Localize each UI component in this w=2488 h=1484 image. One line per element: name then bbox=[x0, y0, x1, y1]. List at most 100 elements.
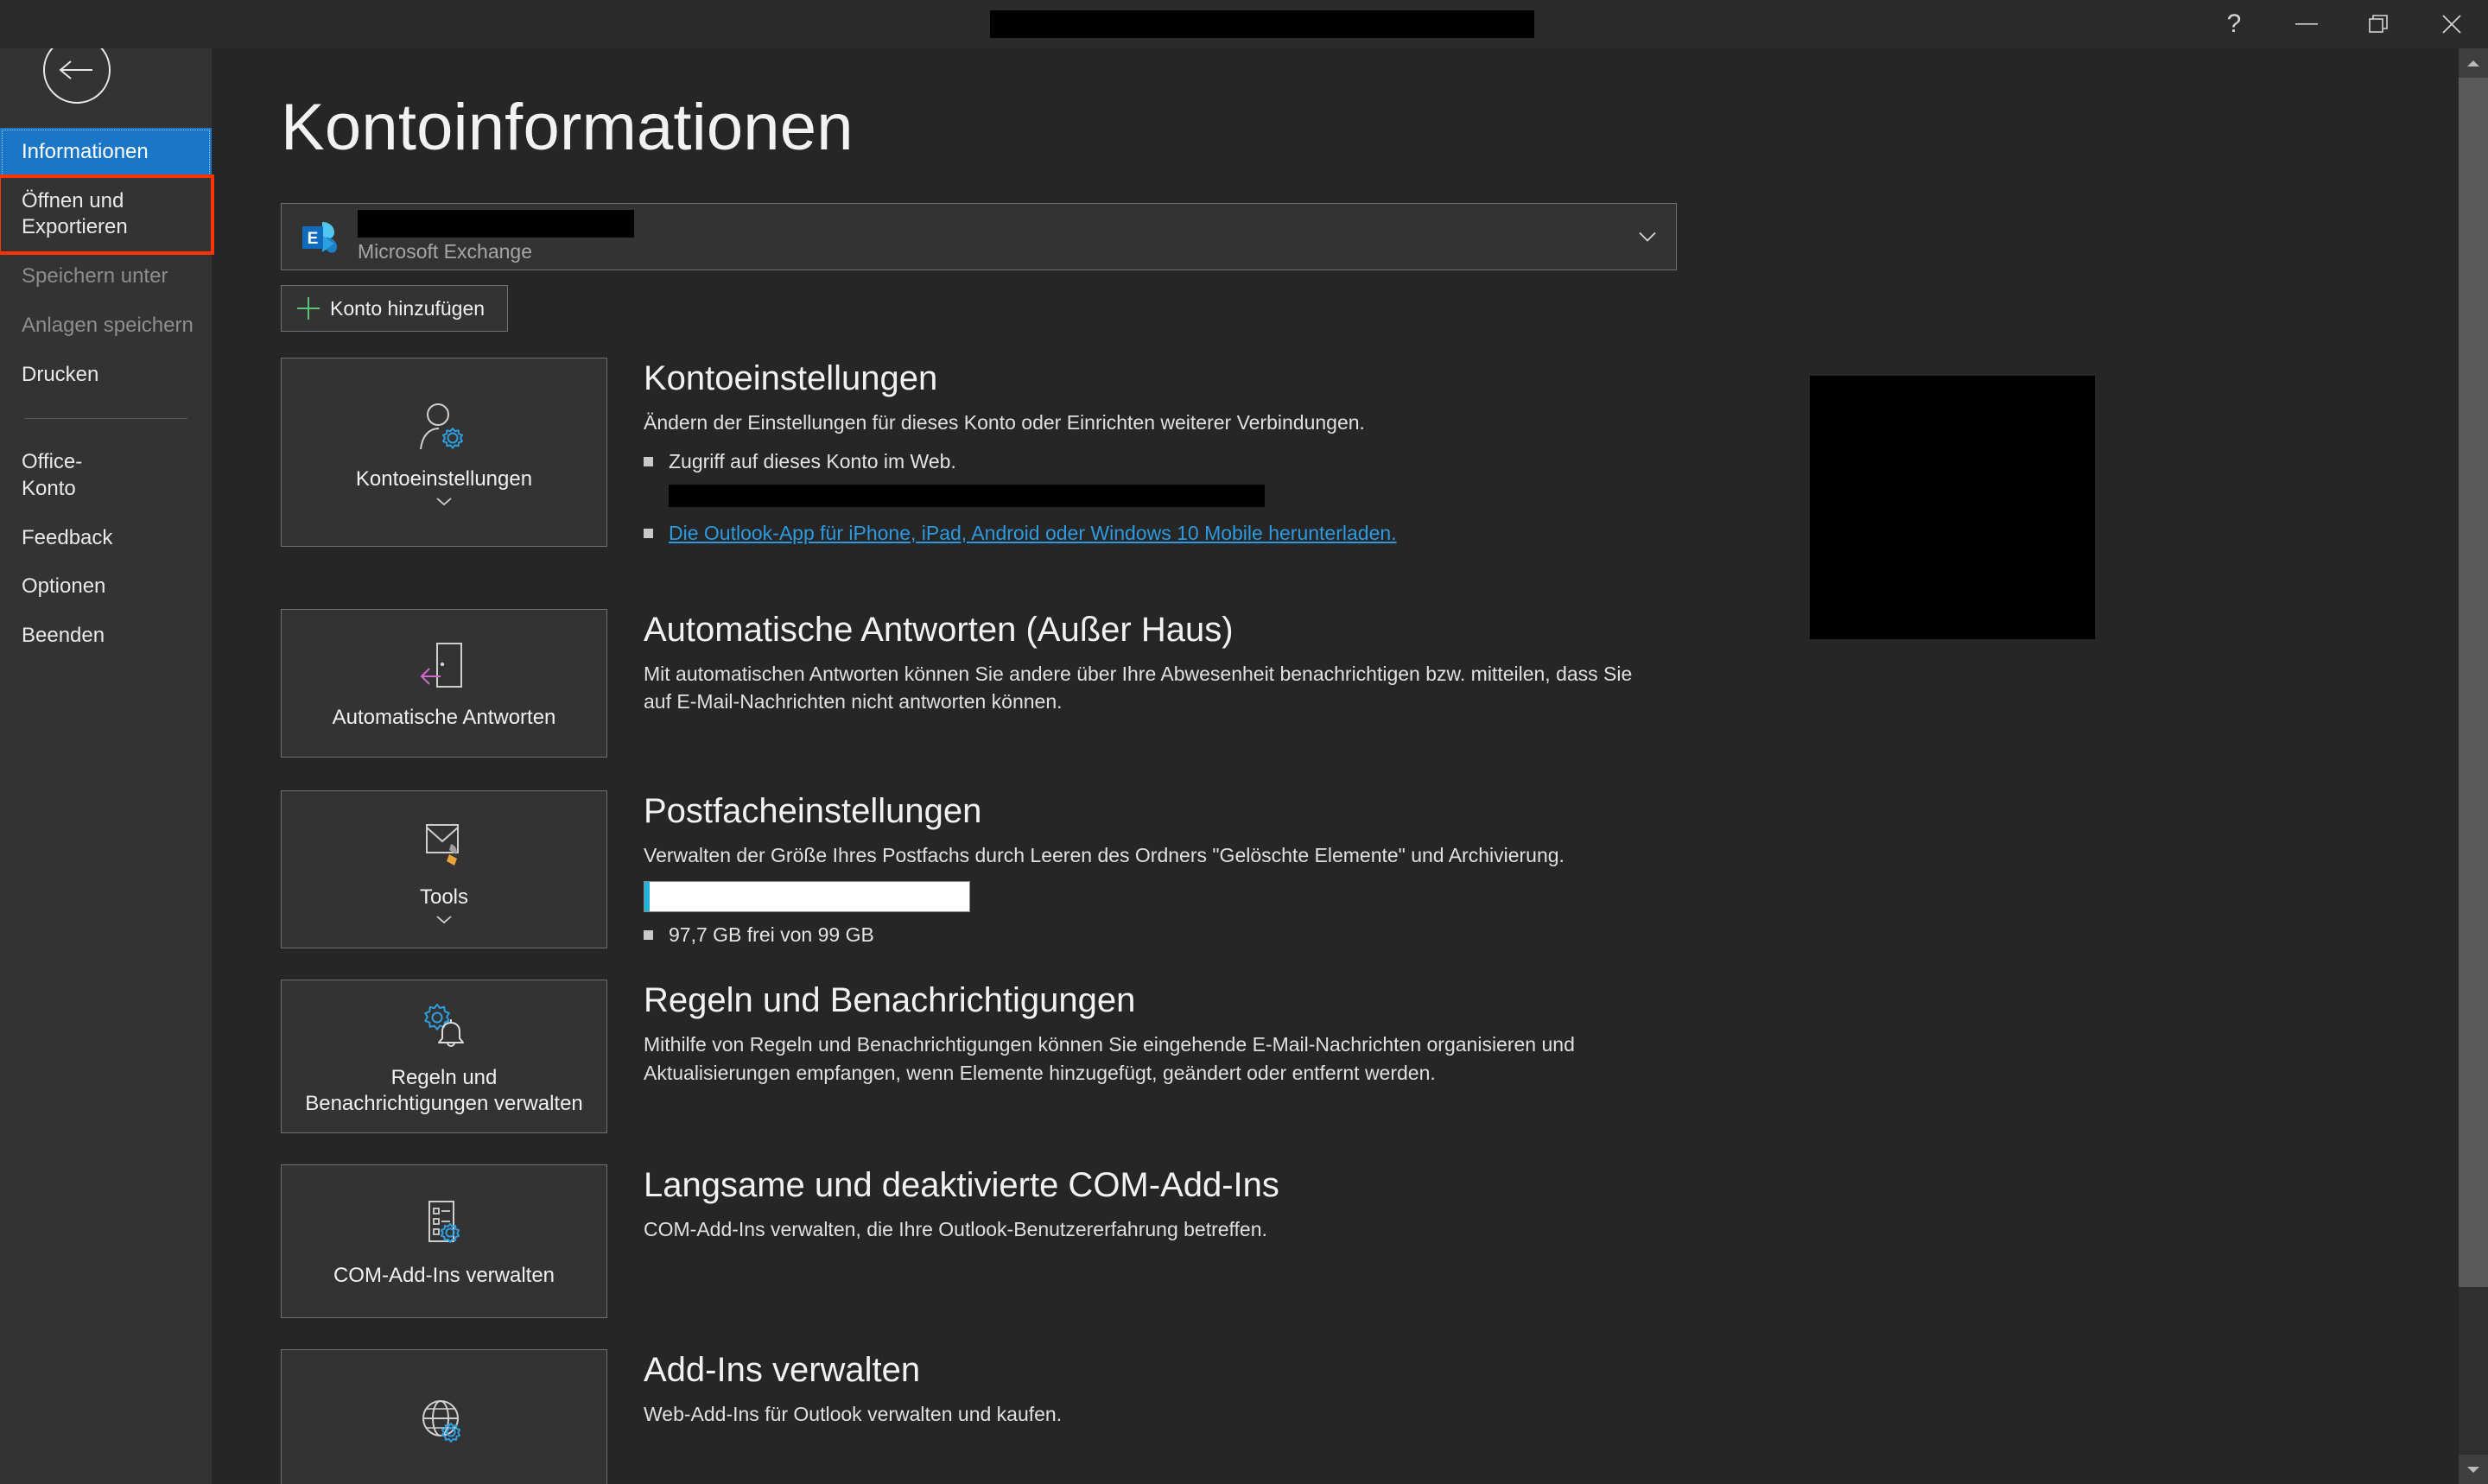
bullet-list: 97,7 GB frei von 99 GB bbox=[644, 921, 2440, 948]
section-rules-alerts: Regeln und Benachrichtigungen verwalten … bbox=[281, 980, 2440, 1134]
plus-icon bbox=[297, 297, 320, 320]
redacted-text-bar bbox=[669, 484, 1265, 507]
bullet-square-icon bbox=[644, 457, 653, 467]
storage-free-label: 97,7 GB frei von 99 GB bbox=[669, 923, 874, 947]
restore-icon bbox=[2369, 15, 2388, 33]
person-gear-icon bbox=[416, 397, 473, 460]
bullet-list: Zugriff auf dieses Konto im Web. Die Out… bbox=[644, 447, 2440, 546]
close-button[interactable] bbox=[2415, 0, 2488, 48]
account-selector[interactable]: E Microsoft Exchange bbox=[281, 203, 1677, 270]
bullet-item: Zugriff auf dieses Konto im Web. bbox=[644, 447, 2440, 475]
close-icon bbox=[2442, 15, 2461, 34]
tile-label-automatische-antworten: Automatische Antworten bbox=[332, 705, 556, 729]
globe-gear-icon bbox=[416, 1392, 472, 1454]
outlook-backstage-window: ? Informationen Öffnen und Exportieren S… bbox=[0, 0, 2488, 1484]
tile-manage-addins[interactable] bbox=[281, 1349, 607, 1484]
section-body-automatic-replies: Automatische Antworten (Außer Haus) Mit … bbox=[644, 609, 2440, 758]
door-exit-icon bbox=[417, 636, 471, 698]
tile-regeln-benachrichtigungen[interactable]: Regeln und Benachrichtigungen verwalten bbox=[281, 980, 607, 1134]
sidebar-item-anlagen-speichern[interactable]: Anlagen speichern bbox=[0, 301, 212, 351]
section-manage-addins: Add-Ins verwalten Web-Add-Ins für Outloo… bbox=[281, 1349, 2440, 1484]
scrollbar-thumb[interactable] bbox=[2459, 78, 2488, 1287]
section-body-com-addins: Langsame und deaktivierte COM-Add-Ins CO… bbox=[644, 1164, 2440, 1318]
svg-text:E: E bbox=[308, 230, 319, 248]
section-description: Web-Add-Ins für Outlook verwalten und ka… bbox=[644, 1403, 1063, 1426]
section-automatic-replies: Automatische Antworten Automatische Antw… bbox=[281, 608, 2440, 758]
section-description: Mit automatischen Antworten können Sie a… bbox=[644, 662, 1633, 713]
section-description: Verwalten der Größe Ihres Postfachs durc… bbox=[644, 843, 1565, 866]
bullet-text: Zugriff auf dieses Konto im Web. bbox=[669, 450, 956, 473]
gear-bell-icon bbox=[416, 996, 472, 1058]
section-title: Add-Ins verwalten bbox=[644, 1351, 921, 1390]
outlook-app-download-link[interactable]: Die Outlook-App für iPhone, iPad, Androi… bbox=[669, 519, 1397, 547]
account-type-label: Microsoft Exchange bbox=[358, 240, 532, 263]
minimize-icon bbox=[2295, 23, 2318, 25]
bullet-item-link: Die Outlook-App für iPhone, iPad, Androi… bbox=[644, 519, 2440, 547]
add-account-button[interactable]: Konto hinzufügen bbox=[281, 285, 508, 332]
section-title: Kontoeinstellungen bbox=[644, 359, 938, 397]
scroll-up-button[interactable] bbox=[2459, 48, 2488, 78]
mailbox-storage-fill bbox=[644, 882, 650, 912]
tile-tools[interactable]: Tools bbox=[281, 790, 607, 949]
account-texts: Microsoft Exchange bbox=[358, 210, 634, 263]
section-title: Regeln und Benachrichtigungen bbox=[644, 981, 1136, 1020]
scrollbar-track[interactable] bbox=[2459, 78, 2488, 1455]
list-gear-icon bbox=[417, 1194, 471, 1256]
sidebar-item-drucken[interactable]: Drucken bbox=[0, 351, 212, 400]
scroll-down-button[interactable] bbox=[2459, 1455, 2488, 1484]
page-title: Kontoinformationen bbox=[281, 91, 854, 164]
caret-down-icon bbox=[2467, 1466, 2479, 1473]
tile-automatische-antworten[interactable]: Automatische Antworten bbox=[281, 608, 607, 758]
chevron-down-icon[interactable] bbox=[435, 915, 453, 924]
rail-divider bbox=[24, 418, 187, 420]
arrow-left-icon bbox=[59, 60, 92, 79]
tile-label-regeln: Regeln und Benachrichtigungen verwalten bbox=[305, 1066, 583, 1116]
bullet-square-icon bbox=[644, 930, 653, 941]
vertical-scrollbar[interactable] bbox=[2459, 48, 2488, 1484]
add-account-label: Konto hinzufügen bbox=[330, 296, 486, 320]
window-controls: ? bbox=[2198, 0, 2488, 48]
rail-nav: Informationen Öffnen und Exportieren Spe… bbox=[0, 128, 214, 661]
tile-label-tools: Tools bbox=[419, 885, 469, 909]
sidebar-item-speichern-unter[interactable]: Speichern unter bbox=[0, 252, 212, 301]
section-description: Ändern der Einstellungen für dieses Kont… bbox=[644, 410, 1365, 434]
minimize-button[interactable] bbox=[2270, 0, 2343, 48]
window-title-redacted bbox=[990, 10, 1534, 38]
question-mark-icon: ? bbox=[2226, 10, 2242, 38]
caret-up-icon bbox=[2467, 60, 2479, 67]
sidebar-item-oeffnen-und-exportieren[interactable]: Öffnen und Exportieren bbox=[0, 174, 214, 256]
redacted-image-block bbox=[1810, 376, 2095, 639]
account-name-redacted bbox=[358, 210, 634, 238]
sidebar-item-optionen[interactable]: Optionen bbox=[0, 562, 212, 612]
section-body-account-settings: Kontoeinstellungen Ändern der Einstellun… bbox=[644, 358, 2440, 547]
section-title: Langsame und deaktivierte COM-Add-Ins bbox=[644, 1166, 1279, 1205]
help-button[interactable]: ? bbox=[2198, 0, 2270, 48]
tile-label-kontoeinstellungen: Kontoeinstellungen bbox=[355, 467, 533, 491]
section-description: COM-Add-Ins verwalten, die Ihre Outlook-… bbox=[644, 1218, 1267, 1241]
section-body-mailbox-settings: Postfacheinstellungen Verwalten der Größ… bbox=[644, 790, 2440, 949]
tile-kontoeinstellungen[interactable]: Kontoeinstellungen bbox=[281, 358, 607, 547]
section-title: Postfacheinstellungen bbox=[644, 791, 982, 830]
restore-button[interactable] bbox=[2343, 0, 2415, 48]
sidebar-item-informationen[interactable]: Informationen bbox=[0, 128, 212, 177]
bullet-item: 97,7 GB frei von 99 GB bbox=[644, 921, 2440, 948]
section-mailbox-settings: Tools Postfacheinstellungen Verwalten de… bbox=[281, 790, 2440, 949]
bullet-square-icon bbox=[644, 528, 653, 538]
section-body-rules-alerts: Regeln und Benachrichtigungen Mithilfe v… bbox=[644, 980, 2440, 1133]
chevron-down-icon[interactable] bbox=[1638, 231, 1657, 243]
chevron-down-icon[interactable] bbox=[435, 497, 453, 506]
section-account-settings: Kontoeinstellungen Kontoeinstellungen Än… bbox=[281, 358, 2440, 639]
bullet-item-redacted bbox=[644, 484, 2440, 507]
section-body-manage-addins: Add-Ins verwalten Web-Add-Ins für Outloo… bbox=[644, 1349, 2440, 1484]
mailbox-storage-bar bbox=[644, 881, 970, 913]
sidebar-item-feedback[interactable]: Feedback bbox=[0, 514, 212, 563]
mailbox-cleanup-icon bbox=[416, 815, 472, 878]
title-bar: ? bbox=[0, 0, 2488, 48]
backstage-rail: Informationen Öffnen und Exportieren Spe… bbox=[0, 0, 214, 1484]
tile-label-com-addins: COM-Add-Ins verwalten bbox=[333, 1264, 555, 1288]
sidebar-item-beenden[interactable]: Beenden bbox=[0, 612, 212, 661]
sidebar-item-office-konto[interactable]: Office- Konto bbox=[0, 438, 212, 513]
section-description: Mithilfe von Regeln und Benachrichtigung… bbox=[644, 1033, 1575, 1084]
section-title: Automatische Antworten (Außer Haus) bbox=[644, 610, 1234, 649]
tile-com-addins[interactable]: COM-Add-Ins verwalten bbox=[281, 1164, 607, 1319]
